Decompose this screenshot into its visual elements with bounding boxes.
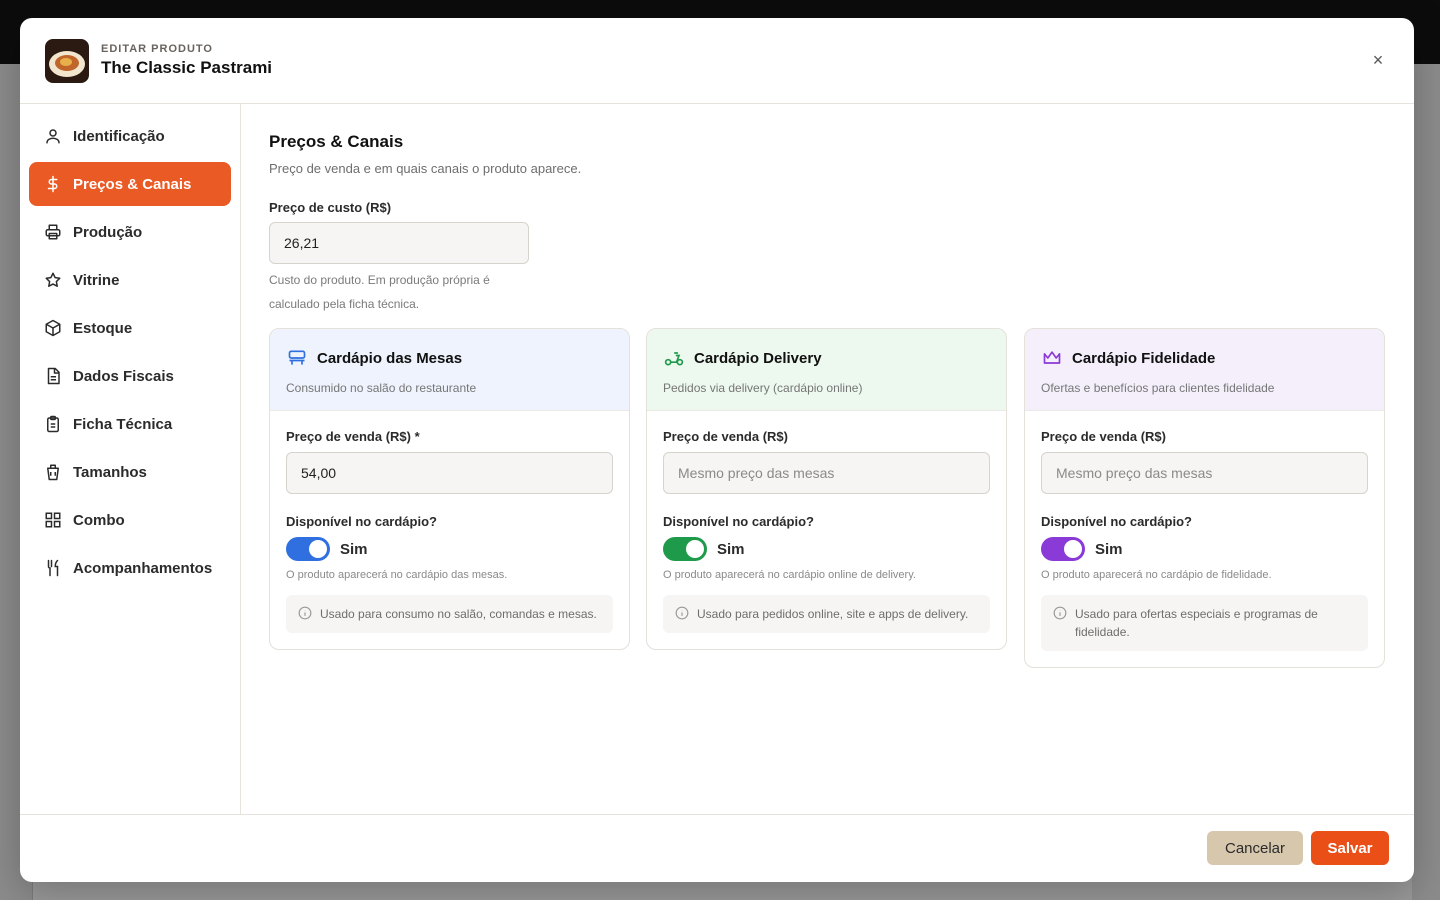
printer-icon [43, 222, 63, 242]
sidebar-item-label: Preços & Canais [73, 175, 192, 193]
sidebar-item-label: Produção [73, 223, 143, 241]
sidebar-item-tamanhos[interactable]: Tamanhos [29, 450, 231, 494]
utensils-icon [43, 558, 63, 578]
toggle-label: Sim [717, 540, 745, 558]
sidebar-item-label: Ficha Técnica [73, 415, 173, 433]
channel-title: Cardápio das Mesas [317, 349, 463, 367]
channel-card-header: Cardápio Fidelidade Ofertas e benefícios… [1025, 329, 1384, 411]
available-toggle[interactable] [663, 537, 707, 561]
table-icon [286, 347, 308, 369]
star-icon [43, 270, 63, 290]
section-subtitle: Preço de venda e em quais canais o produ… [269, 161, 582, 176]
section-title: Preços & Canais [269, 132, 404, 151]
toggle-help: O produto aparecerá no cardápio de fidel… [1041, 569, 1272, 581]
save-button[interactable]: Salvar [1311, 831, 1389, 865]
channel-card-mesas: Cardápio das Mesas Consumido no salão do… [269, 328, 630, 650]
available-toggle[interactable] [286, 537, 330, 561]
product-thumbnail [45, 38, 89, 83]
info-text: Usado para pedidos online, site e apps d… [697, 607, 969, 621]
info-icon [1053, 606, 1067, 620]
modal-header: EDITAR PRODUTO The Classic Pastrami × [20, 18, 1414, 104]
channel-card-fidelidade: Cardápio Fidelidade Ofertas e benefícios… [1024, 328, 1385, 668]
sidebar-item-ficha-tecnica[interactable]: Ficha Técnica [29, 402, 231, 446]
modal-kicker: EDITAR PRODUTO [101, 43, 213, 55]
sidebar-item-label: Tamanhos [73, 463, 147, 481]
info-text: Usado para ofertas especiais e programas… [1075, 607, 1318, 639]
cup-icon [43, 462, 63, 482]
sidebar-item-label: Combo [73, 511, 125, 529]
available-toggle[interactable] [1041, 537, 1085, 561]
document-icon [43, 366, 63, 386]
channel-subtitle: Ofertas e benefícios para clientes fidel… [1041, 381, 1275, 395]
toggle-label: Sim [340, 540, 368, 558]
sidebar-item-label: Identificação [73, 127, 165, 145]
info-box: Usado para pedidos online, site e apps d… [663, 595, 990, 633]
scooter-icon [663, 347, 685, 369]
sale-price-label: Preço de venda (R$) [663, 429, 788, 444]
info-text: Usado para consumo no salão, comandas e … [320, 607, 597, 621]
sidebar-item-vitrine[interactable]: Vitrine [29, 258, 231, 302]
channel-title: Cardápio Fidelidade [1072, 349, 1216, 367]
toggle-label: Sim [1095, 540, 1123, 558]
user-icon [43, 126, 63, 146]
sidebar-item-acompanhamentos[interactable]: Acompanhamentos [29, 546, 231, 590]
box-icon [43, 318, 63, 338]
toggle-help: O produto aparecerá no cardápio das mesa… [286, 569, 508, 581]
cost-price-input[interactable] [269, 222, 529, 264]
info-box: Usado para ofertas especiais e programas… [1041, 595, 1368, 651]
sidebar-item-label: Dados Fiscais [73, 367, 174, 385]
sidebar-item-dados-fiscais[interactable]: Dados Fiscais [29, 354, 231, 398]
channel-card-header: Cardápio Delivery Pedidos via delivery (… [647, 329, 1006, 411]
info-icon [675, 606, 689, 620]
sale-price-input[interactable] [663, 452, 990, 494]
cancel-button[interactable]: Cancelar [1207, 831, 1303, 865]
available-label: Disponível no cardápio? [286, 514, 437, 529]
grid-icon [43, 510, 63, 530]
sidebar-item-label: Vitrine [73, 271, 120, 289]
cost-price-label: Preço de custo (R$) [269, 200, 392, 215]
close-icon[interactable]: × [1370, 50, 1386, 70]
toggle-help: O produto aparecerá no cardápio online d… [663, 569, 916, 581]
sale-price-input[interactable] [286, 452, 613, 494]
sidebar-item-identificacao[interactable]: Identificação [29, 114, 231, 158]
sidebar-item-precos-canais[interactable]: Preços & Canais [29, 162, 231, 206]
modal-title: The Classic Pastrami [101, 58, 273, 77]
clipboard-icon [43, 414, 63, 434]
dollar-icon [43, 174, 63, 194]
sale-price-input[interactable] [1041, 452, 1368, 494]
channel-card-header: Cardápio das Mesas Consumido no salão do… [270, 329, 629, 411]
info-icon [298, 606, 312, 620]
sidebar-nav: Identificação Preços & Canais Produção V… [20, 104, 241, 814]
available-label: Disponível no cardápio? [663, 514, 814, 529]
channel-subtitle: Pedidos via delivery (cardápio online) [663, 381, 863, 395]
crown-icon [1041, 347, 1063, 369]
sidebar-item-estoque[interactable]: Estoque [29, 306, 231, 350]
channel-card-delivery: Cardápio Delivery Pedidos via delivery (… [646, 328, 1007, 650]
edit-product-modal: EDITAR PRODUTO The Classic Pastrami × Id… [20, 18, 1414, 882]
channel-title: Cardápio Delivery [694, 349, 822, 367]
available-label: Disponível no cardápio? [1041, 514, 1192, 529]
sidebar-item-combo[interactable]: Combo [29, 498, 231, 542]
info-box: Usado para consumo no salão, comandas e … [286, 595, 613, 633]
cost-price-help: Custo do produto. Em produção própria é … [269, 273, 490, 311]
sale-price-label: Preço de venda (R$) * [286, 429, 420, 444]
modal-footer: Cancelar Salvar [20, 814, 1414, 882]
channel-subtitle: Consumido no salão do restaurante [286, 381, 477, 395]
main-content: Preços & Canais Preço de venda e em quai… [269, 104, 1389, 814]
sale-price-label: Preço de venda (R$) [1041, 429, 1166, 444]
sidebar-item-label: Estoque [73, 319, 133, 337]
sidebar-item-label: Acompanhamentos [73, 559, 213, 577]
sidebar-item-producao[interactable]: Produção [29, 210, 231, 254]
